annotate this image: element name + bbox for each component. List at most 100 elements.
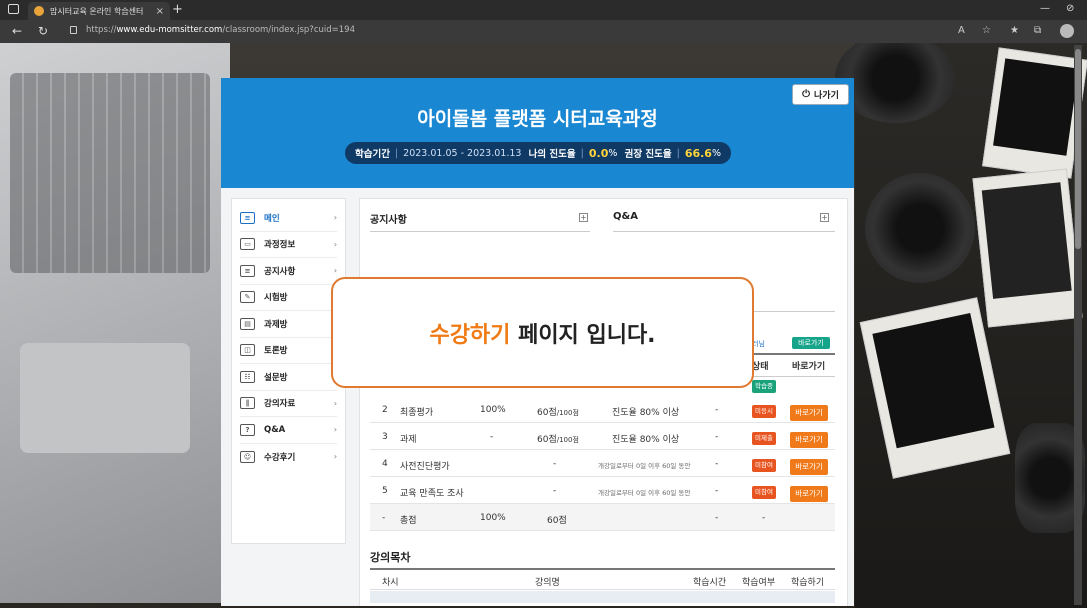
lecture-row[interactable] [370,591,835,603]
assignment-icon: ▤ [240,317,255,330]
qa-board-title: Q&A [613,211,638,222]
score-value: 60점 [537,435,557,445]
url-path: /classroom/index.jsp?cuid=194 [222,25,355,35]
progress-summary: 학습기간 | 2023.01.05 - 2023.01.13 나의 진도율 | … [345,142,731,164]
window-menu-icon[interactable] [8,4,19,14]
books-icon: ∥ [240,397,255,410]
url-prefix: https:// [86,25,117,35]
tab-close-icon[interactable]: × [156,6,164,17]
sidebar-item-qa[interactable]: ? Q&A › [240,417,337,444]
my-progress-value: 0.0 [588,146,609,160]
sidebar-item-main[interactable]: ≡ 메인 › [240,205,337,232]
sidebar-item-label: 과제방 [264,319,288,330]
row-ratio: - [490,432,494,442]
exit-label: 나가기 [814,91,839,101]
notice-more-icon[interactable]: + [579,213,588,222]
period-value: 2023.01.05 - 2023.01.13 [403,147,522,159]
scrollbar-thumb[interactable] [1075,49,1081,249]
page-callout: 수강하기 페이지 입니다. [331,277,754,388]
row-dash: - [715,459,719,469]
divider [370,231,590,232]
sidebar-item-label: 강의자료 [264,399,296,410]
url-input[interactable]: https://www.edu-momsitter.com/classroom/… [86,25,355,35]
more-window-icon[interactable]: ⊘ [1066,3,1074,14]
read-aloud-icon[interactable]: A [958,25,965,36]
sidebar-item-discussion[interactable]: ◫ 토론방 › [240,338,337,364]
browser-tabbar: 맘시터교육 온라인 학습센터 × + — ⊘ [0,0,1087,20]
lecture-name-header: 강의명 [535,578,560,588]
table-row: 4 사전진단평가 - 개강일로부터 0일 이후 60일 동안 - 미참여 바로가… [370,450,835,477]
sidebar-item-label: 토론방 [264,346,288,357]
recommended-progress-label: 권장 진도율 [624,149,672,160]
my-progress-label: 나의 진도율 [528,149,576,160]
sidebar-item-label: 과정정보 [264,240,296,251]
notice-board-title: 공지사항 [370,215,407,226]
sidebar-item-survey[interactable]: ☷ 설문방 › [240,364,337,391]
recommended-progress-value: 66.6 [684,146,712,160]
score-max: /100점 [556,436,579,444]
lecture-no-header: 차시 [382,578,399,588]
profile-avatar[interactable] [1060,24,1074,38]
go-button[interactable]: 바로가기 [790,432,828,448]
sidebar-item-notice[interactable]: ≡ 공지사항 › [240,258,337,285]
row-no: 2 [382,405,388,415]
my-progress-percent: % [608,147,618,159]
sidebar-item-assignment[interactable]: ▤ 과제방 › [240,311,337,338]
sidebar-item-exam[interactable]: ✎ 시험방 › [240,285,337,311]
notice-icon: ≡ [240,264,255,277]
course-header: ⏻ 나가기 아이돌봄 플랫폼 시터교육과정 학습기간 | 2023.01.05 … [221,78,854,188]
new-tab-button[interactable]: + [172,2,183,17]
row-no: 3 [382,432,388,442]
minimize-button[interactable]: — [1040,3,1050,14]
chevron-right-icon: › [333,266,337,276]
row-dash: - [715,405,719,415]
row-score: - [553,459,557,469]
review-icon: ☺ [240,450,255,463]
monitor-icon: ▭ [240,238,255,251]
refresh-button[interactable]: ↻ [38,24,48,38]
sidebar-item-label: Q&A [264,424,286,435]
status-badge: 미제출 [752,432,776,445]
exit-button[interactable]: ⏻ 나가기 [792,84,849,105]
go-button[interactable]: 바로가기 [790,405,828,421]
partial-go-button[interactable]: 바로가기 [792,337,830,349]
total-no: - [382,513,386,523]
recommended-progress-percent: % [711,147,721,159]
favorites-icon[interactable]: ★ [1010,25,1019,36]
url-host: www.edu-momsitter.com [116,25,223,35]
favorites-add-icon[interactable]: ☆ [982,25,991,36]
go-button[interactable]: 바로가기 [790,486,828,502]
sidebar-menu: ≡ 메인 › ▭ 과정정보 › ≡ 공지사항 › ✎ 시험방 › ▤ 과제방 ›… [231,198,346,544]
sidebar-item-review[interactable]: ☺ 수강후기 › [240,444,337,471]
total-name: 총점 [400,516,417,526]
divider [613,231,835,232]
score-max: /100점 [556,409,579,417]
back-button[interactable]: ← [12,24,22,38]
lecture-table-header: 차시 강의명 학습시간 학습여부 학습하기 [370,568,835,590]
qa-more-icon[interactable]: + [820,213,829,222]
chevron-right-icon: › [333,425,337,435]
row-name: 최종평가 [400,408,434,418]
collections-icon[interactable]: ⧉ [1034,25,1041,36]
lecture-action-header: 학습하기 [791,578,825,588]
chevron-right-icon: › [333,398,337,408]
page-scrollbar[interactable] [1074,45,1082,605]
total-dash: - [715,513,719,523]
home-icon: ≡ [240,211,255,224]
address-bar: ← ↻ https://www.edu-momsitter.com/classr… [0,20,1087,43]
total-score: 60점 [547,516,567,526]
browser-tab[interactable]: 맘시터교육 온라인 학습센터 × [28,2,170,20]
row-criteria: 진도율 80% 이상 [612,408,680,418]
period-label: 학습기간 [355,149,390,160]
lecture-list-title: 강의목차 [370,551,411,564]
sidebar-item-label: 공지사항 [264,266,296,277]
sidebar-item-label: 시험방 [264,293,288,304]
status-badge: 미응시 [752,405,776,418]
status-badge: 학습중 [752,380,776,393]
lock-icon [70,26,77,34]
go-button[interactable]: 바로가기 [790,459,828,475]
sidebar-item-materials[interactable]: ∥ 강의자료 › [240,391,337,417]
row-criteria: 개강일로부터 0일 이후 60일 동안 [598,462,691,470]
sidebar-item-course-info[interactable]: ▭ 과정정보 › [240,232,337,258]
row-no: 5 [382,486,388,496]
